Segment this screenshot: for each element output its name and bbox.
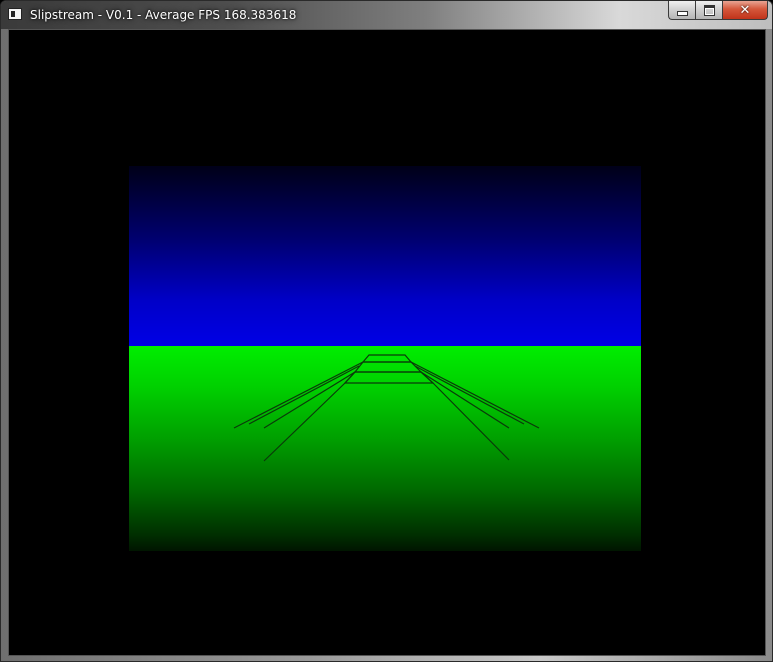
track-right-rail-mid bbox=[414, 365, 525, 425]
maximize-button[interactable] bbox=[695, 1, 722, 20]
track-wireframe bbox=[233, 354, 540, 462]
game-viewport[interactable] bbox=[129, 166, 641, 551]
track-left-rail-outer bbox=[233, 361, 364, 429]
window-title: Slipstream - V0.1 - Average FPS 168.3836… bbox=[30, 8, 297, 22]
application-icon[interactable] bbox=[8, 8, 22, 20]
track-left-rail-mid bbox=[248, 365, 360, 425]
minimize-icon bbox=[676, 10, 688, 16]
close-button[interactable]: ✕ bbox=[722, 1, 768, 20]
track-right-rail-outer bbox=[410, 361, 540, 429]
close-icon: ✕ bbox=[739, 2, 751, 18]
track-right-rail-low bbox=[432, 382, 510, 461]
track-mid-segment bbox=[353, 361, 423, 373]
caption-buttons: ✕ bbox=[668, 1, 768, 20]
track-lines bbox=[233, 354, 540, 462]
track-right-strut bbox=[420, 371, 434, 384]
minimize-button[interactable] bbox=[668, 1, 695, 20]
render-area[interactable] bbox=[8, 29, 766, 656]
track-right-rail-inner bbox=[420, 371, 510, 429]
title-bar[interactable]: Slipstream - V0.1 - Average FPS 168.3836… bbox=[1, 1, 772, 29]
application-window: Slipstream - V0.1 - Average FPS 168.3836… bbox=[0, 0, 773, 662]
track-far-segment bbox=[361, 354, 413, 363]
maximize-icon bbox=[703, 4, 715, 16]
track-left-rail-inner bbox=[263, 371, 356, 429]
track-near-segment bbox=[343, 371, 435, 384]
